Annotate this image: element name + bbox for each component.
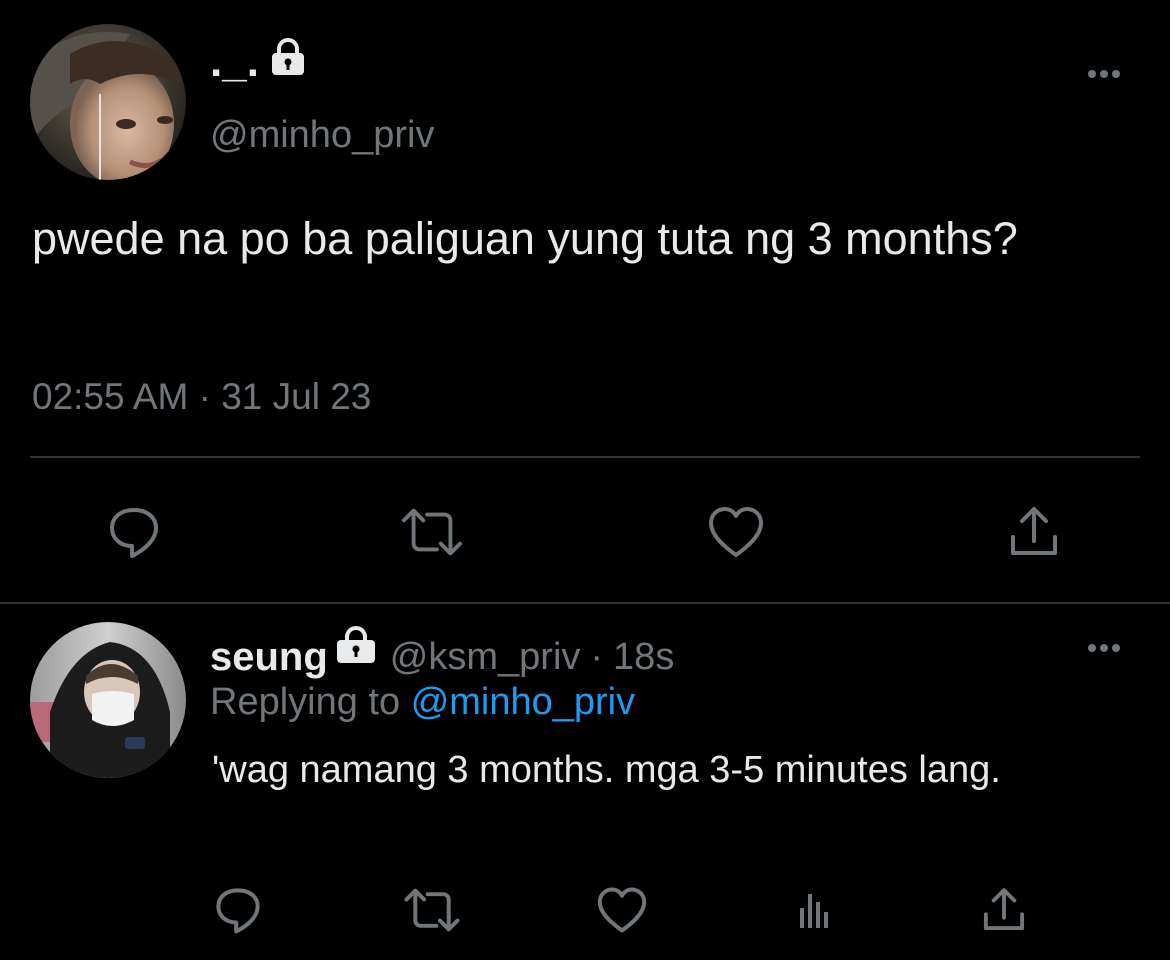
divider bbox=[30, 456, 1140, 458]
more-icon[interactable] bbox=[1082, 58, 1126, 90]
like-icon[interactable] bbox=[592, 880, 652, 940]
retweet-icon[interactable] bbox=[402, 880, 462, 940]
mention-link[interactable]: @minho_priv bbox=[411, 681, 635, 723]
tweet-text: pwede na po ba paliguan yung tuta ng 3 m… bbox=[32, 213, 1018, 264]
display-name-row: ._. bbox=[210, 32, 305, 92]
lock-icon bbox=[271, 32, 305, 92]
reply-icon[interactable] bbox=[208, 880, 268, 940]
replying-to-label: Replying to bbox=[210, 681, 401, 723]
more-icon[interactable] bbox=[1082, 632, 1126, 664]
reply-icon[interactable] bbox=[102, 500, 166, 564]
share-icon[interactable] bbox=[1002, 500, 1066, 564]
avatar[interactable] bbox=[30, 24, 186, 180]
replying-to: Replying to @minho_priv bbox=[210, 676, 635, 728]
tweet-text: 'wag namang 3 months. mga 3-5 minutes la… bbox=[212, 749, 1001, 791]
share-icon[interactable] bbox=[974, 880, 1034, 940]
avatar-photo bbox=[30, 24, 186, 180]
avatar[interactable] bbox=[30, 622, 186, 778]
section-divider bbox=[0, 602, 1170, 604]
timestamp[interactable]: 02:55 AM · 31 Jul 23 bbox=[32, 372, 371, 422]
like-icon[interactable] bbox=[704, 500, 768, 564]
retweet-icon[interactable] bbox=[400, 500, 464, 564]
avatar-photo bbox=[30, 622, 186, 778]
main-tweet: ._. @minho_priv pwede na po ba paliguan … bbox=[0, 0, 1170, 604]
views-icon[interactable] bbox=[784, 880, 844, 940]
handle[interactable]: @minho_priv bbox=[210, 110, 434, 160]
display-name[interactable]: ._. bbox=[210, 32, 259, 92]
